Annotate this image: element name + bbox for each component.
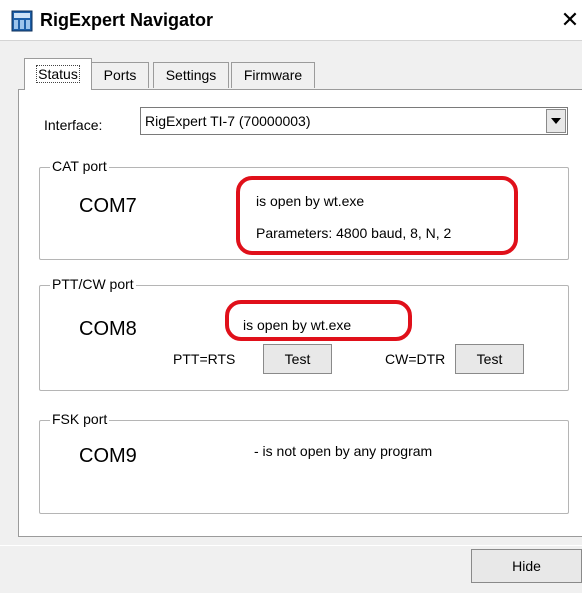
fsk-port-legend: FSK port xyxy=(50,411,110,427)
footer-divider xyxy=(0,545,582,546)
cat-port-legend: CAT port xyxy=(50,158,109,174)
ptt-highlight-annotation xyxy=(225,300,412,341)
fsk-com-port: COM9 xyxy=(79,445,137,467)
cw-test-button[interactable]: Test xyxy=(455,344,524,374)
interface-label: Interface: xyxy=(44,117,103,133)
tab-settings[interactable]: Settings xyxy=(153,62,229,88)
cw-dtr-label: CW=DTR xyxy=(385,351,446,367)
window-title: RigExpert Navigator xyxy=(40,10,214,30)
tab-ports[interactable]: Ports xyxy=(91,62,149,88)
title-bar[interactable]: RigExpert Navigator ✕ xyxy=(0,0,582,41)
close-icon[interactable]: ✕ xyxy=(558,6,582,34)
ptt-test-button[interactable]: Test xyxy=(263,344,332,374)
ptt-cw-port-legend: PTT/CW port xyxy=(50,276,136,292)
cat-highlight-annotation xyxy=(236,176,518,255)
tab-firmware[interactable]: Firmware xyxy=(231,62,315,88)
fsk-status-text: - is not open by any program xyxy=(254,443,433,459)
ptt-rts-label: PTT=RTS xyxy=(173,351,236,367)
cat-com-port: COM7 xyxy=(79,195,137,217)
app-icon xyxy=(11,10,33,32)
interface-value: RigExpert TI-7 (70000003) xyxy=(145,113,311,129)
interface-select[interactable]: RigExpert TI-7 (70000003) xyxy=(140,107,568,135)
hide-button[interactable]: Hide xyxy=(471,549,582,583)
tab-status[interactable]: Status xyxy=(24,58,92,90)
chevron-down-icon[interactable] xyxy=(546,109,566,133)
ptt-com-port: COM8 xyxy=(79,318,137,340)
app-window: RigExpert Navigator ✕ Ports Settings Fir… xyxy=(0,0,582,593)
